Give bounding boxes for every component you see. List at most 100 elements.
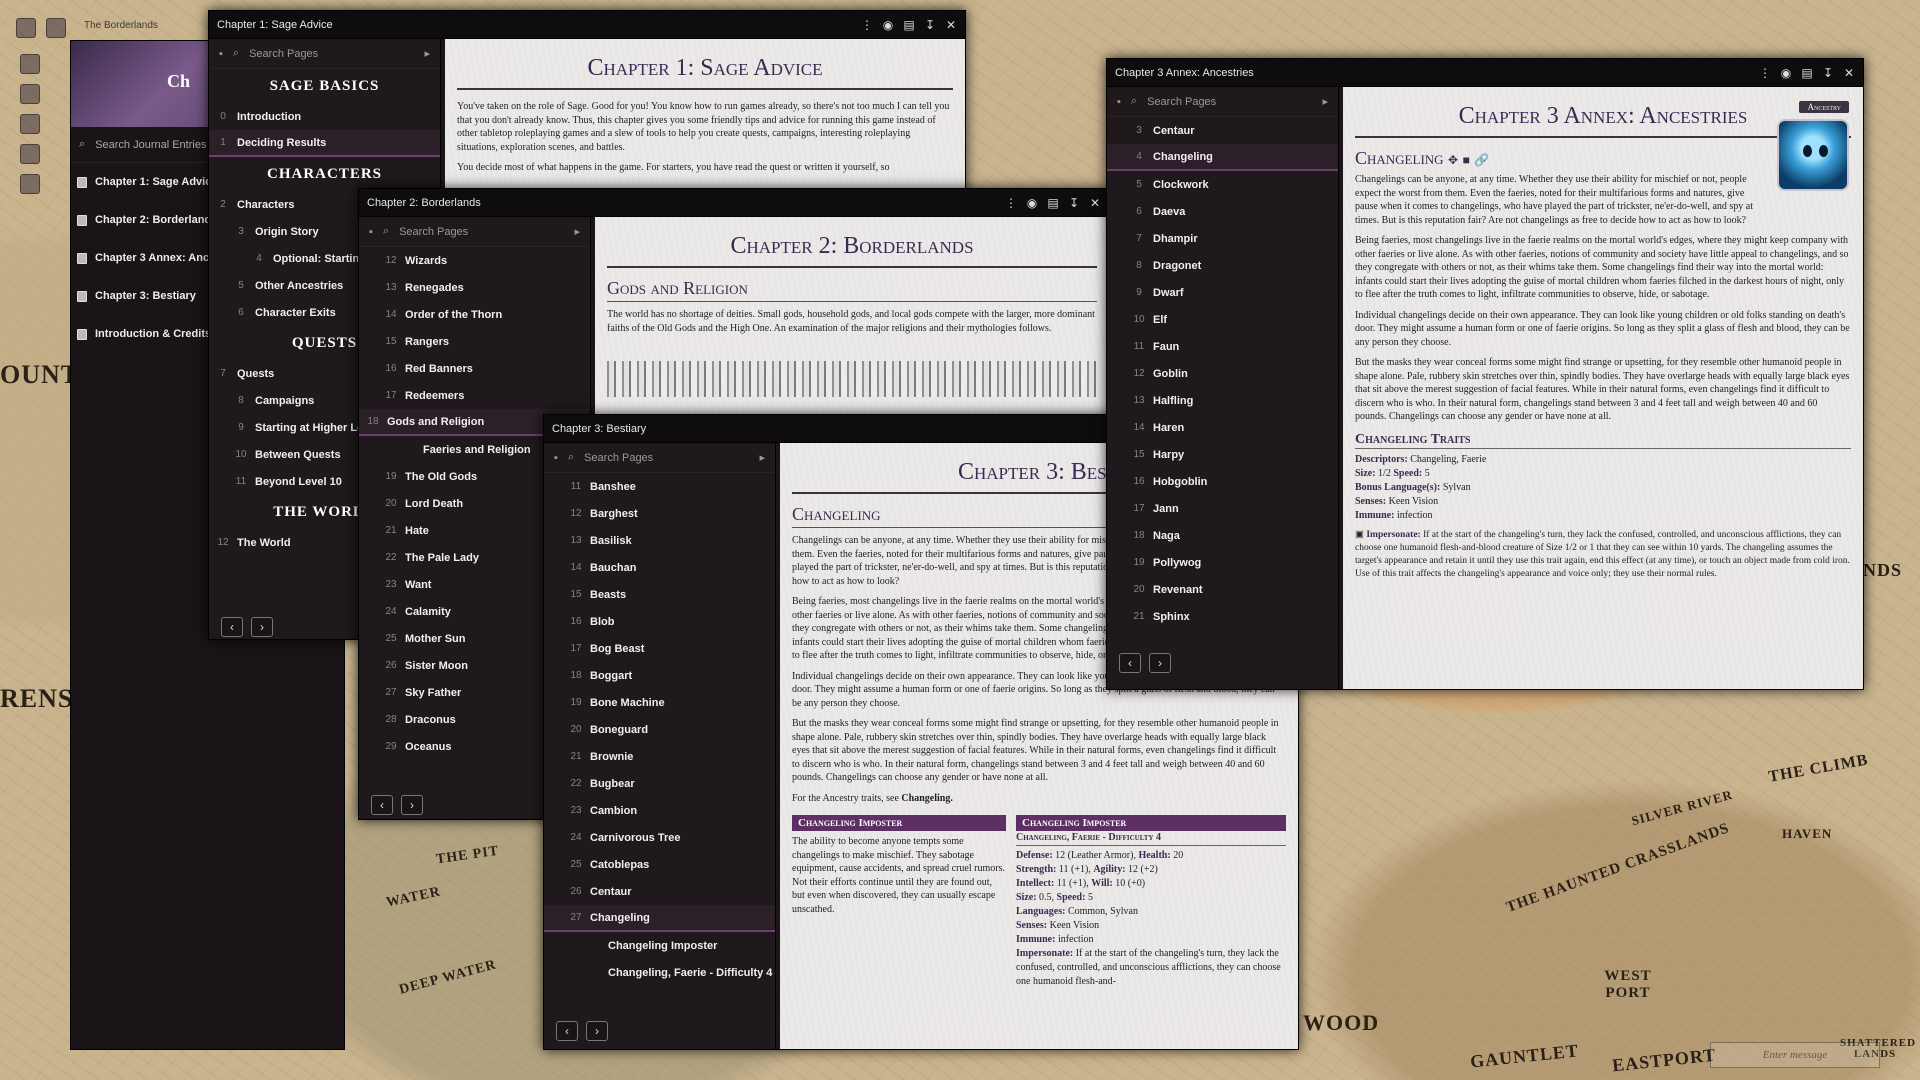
toc-item[interactable]: 18 Boggart <box>544 662 775 689</box>
collapse-icon[interactable]: ▸ <box>1322 95 1328 108</box>
toc-item[interactable]: 3 Centaur <box>1107 117 1338 144</box>
prev-page-button[interactable]: ‹ <box>371 795 393 815</box>
toc-item[interactable]: 20 Boneguard <box>544 716 775 743</box>
page-search[interactable]: ▪ ⌕ Search Pages ▸ <box>359 217 590 247</box>
page-icon[interactable]: ▤ <box>1047 196 1059 210</box>
lock-icon[interactable] <box>20 54 40 74</box>
toc-item[interactable]: 14 Bauchan <box>544 554 775 581</box>
toc-item[interactable]: 17 Jann <box>1107 495 1338 522</box>
window-titlebar[interactable]: Chapter 2: Borderlands ⋮ ◉ ▤ ↧ ✕ <box>359 189 1109 217</box>
toc-item[interactable]: 15 Harpy <box>1107 441 1338 468</box>
eye-icon[interactable]: ◉ <box>1780 66 1792 80</box>
page-search[interactable]: ▪ ⌕ Search Pages ▸ <box>209 39 440 69</box>
toc-item[interactable]: 0 Introduction <box>209 103 440 130</box>
collapse-icon[interactable]: ▸ <box>574 225 580 238</box>
window-titlebar[interactable]: Chapter 1: Sage Advice ⋮ ◉ ▤ ↧ ✕ <box>209 11 965 39</box>
move-icon[interactable]: ✥ <box>1448 153 1458 167</box>
window-titlebar[interactable]: Chapter 3 Annex: Ancestries ⋮ ◉ ▤ ↧ ✕ <box>1107 59 1863 87</box>
tool-icon[interactable] <box>20 114 40 134</box>
toc-item[interactable]: 26 Centaur <box>544 878 775 905</box>
chat-input[interactable]: Enter message <box>1710 1042 1880 1068</box>
close-icon[interactable]: ✕ <box>1089 196 1101 210</box>
tool-icon[interactable] <box>20 144 40 164</box>
toc-item[interactable]: 20 Revenant <box>1107 576 1338 603</box>
scene-icon[interactable] <box>46 18 66 38</box>
toc-item[interactable]: 4 Changeling <box>1107 144 1338 171</box>
toc-toggle-icon[interactable]: ▪ <box>554 452 558 464</box>
toc-item[interactable]: 13 Basilisk <box>544 527 775 554</box>
next-page-button[interactable]: › <box>586 1021 608 1041</box>
toc-item[interactable]: 7 Dhampir <box>1107 225 1338 252</box>
close-icon[interactable]: ✕ <box>1843 66 1855 80</box>
toc-item[interactable]: 14 Order of the Thorn <box>359 301 590 328</box>
toc-item[interactable]: 21 Brownie <box>544 743 775 770</box>
close-icon[interactable]: ✕ <box>945 18 957 32</box>
tool-icon[interactable] <box>20 84 40 104</box>
toc-item[interactable]: 9 Dwarf <box>1107 279 1338 306</box>
toc-item[interactable]: 12 Barghest <box>544 500 775 527</box>
next-page-button[interactable]: › <box>1149 653 1171 673</box>
toc-item[interactable]: Changeling Imposter <box>544 932 775 959</box>
page-icon[interactable]: ▤ <box>903 18 915 32</box>
toc-item[interactable]: 14 Haren <box>1107 414 1338 441</box>
next-page-button[interactable]: › <box>251 617 273 637</box>
search-input[interactable]: Search Journal Entries <box>95 139 206 151</box>
collapse-icon[interactable]: ▸ <box>759 451 765 464</box>
link-icon[interactable]: 🔗 <box>1474 153 1489 167</box>
toc-item[interactable]: 11 Banshee <box>544 473 775 500</box>
toc-item[interactable]: Changeling, Faerie - Difficulty 4 <box>544 959 775 986</box>
toc-item[interactable]: 5 Clockwork <box>1107 171 1338 198</box>
scene-tab[interactable]: The Borderlands <box>84 20 214 38</box>
page-search[interactable]: ▪ ⌕ Search Pages ▸ <box>1107 87 1338 117</box>
user-icon[interactable] <box>16 18 36 38</box>
toc-toggle-icon[interactable]: ▪ <box>219 48 223 60</box>
page-search[interactable]: ▪ ⌕ Search Pages ▸ <box>544 443 775 473</box>
toc-item[interactable]: 12 Wizards <box>359 247 590 274</box>
toc-item[interactable]: 17 Redeemers <box>359 382 590 409</box>
prev-page-button[interactable]: ‹ <box>556 1021 578 1041</box>
download-icon[interactable]: ↧ <box>924 18 936 32</box>
prev-page-button[interactable]: ‹ <box>221 617 243 637</box>
toc-item[interactable]: 16 Blob <box>544 608 775 635</box>
toc-item[interactable]: 13 Halfling <box>1107 387 1338 414</box>
toc-item[interactable]: 10 Elf <box>1107 306 1338 333</box>
toc-item[interactable]: 19 Pollywog <box>1107 549 1338 576</box>
toc-item[interactable]: 17 Bog Beast <box>544 635 775 662</box>
toc-item[interactable]: 27 Changeling <box>544 905 775 932</box>
toc-item[interactable]: 15 Rangers <box>359 328 590 355</box>
toc-item[interactable]: 13 Renegades <box>359 274 590 301</box>
eye-icon[interactable]: ◉ <box>1026 196 1038 210</box>
toc-toggle-icon[interactable]: ▪ <box>369 226 373 238</box>
toc-item[interactable]: 8 Dragonet <box>1107 252 1338 279</box>
toc-item[interactable]: 25 Catoblepas <box>544 851 775 878</box>
toc-toggle-icon[interactable]: ▪ <box>1117 96 1121 108</box>
toc-item[interactable]: 23 Cambion <box>544 797 775 824</box>
toc-item[interactable]: 19 Bone Machine <box>544 689 775 716</box>
search-input[interactable]: Search Pages <box>249 48 414 60</box>
search-input[interactable]: Search Pages <box>399 226 564 238</box>
toc-item[interactable]: 6 Daeva <box>1107 198 1338 225</box>
download-icon[interactable]: ↧ <box>1068 196 1080 210</box>
toc-item[interactable]: 1 Deciding Results <box>209 130 440 157</box>
toc-item[interactable]: 18 Naga <box>1107 522 1338 549</box>
collapse-icon[interactable]: ▸ <box>424 47 430 60</box>
download-icon[interactable]: ↧ <box>1822 66 1834 80</box>
toc-item[interactable]: 12 Goblin <box>1107 360 1338 387</box>
toc-item[interactable]: 24 Carnivorous Tree <box>544 824 775 851</box>
menu-icon[interactable]: ⋮ <box>1005 196 1017 210</box>
prev-page-button[interactable]: ‹ <box>1119 653 1141 673</box>
next-page-button[interactable]: › <box>401 795 423 815</box>
toc-item[interactable]: 16 Hobgoblin <box>1107 468 1338 495</box>
toc-item[interactable]: 16 Red Banners <box>359 355 590 382</box>
menu-icon[interactable]: ⋮ <box>861 18 873 32</box>
search-input[interactable]: Search Pages <box>584 452 749 464</box>
trophy-icon[interactable]: ■ <box>1463 153 1470 167</box>
tool-icon[interactable] <box>20 174 40 194</box>
toc-item[interactable]: 21 Sphinx <box>1107 603 1338 630</box>
search-input[interactable]: Search Pages <box>1147 96 1312 108</box>
page-icon[interactable]: ▤ <box>1801 66 1813 80</box>
toc-item[interactable]: 22 Bugbear <box>544 770 775 797</box>
toc-item[interactable]: 11 Faun <box>1107 333 1338 360</box>
toc-item[interactable]: 15 Beasts <box>544 581 775 608</box>
menu-icon[interactable]: ⋮ <box>1759 66 1771 80</box>
